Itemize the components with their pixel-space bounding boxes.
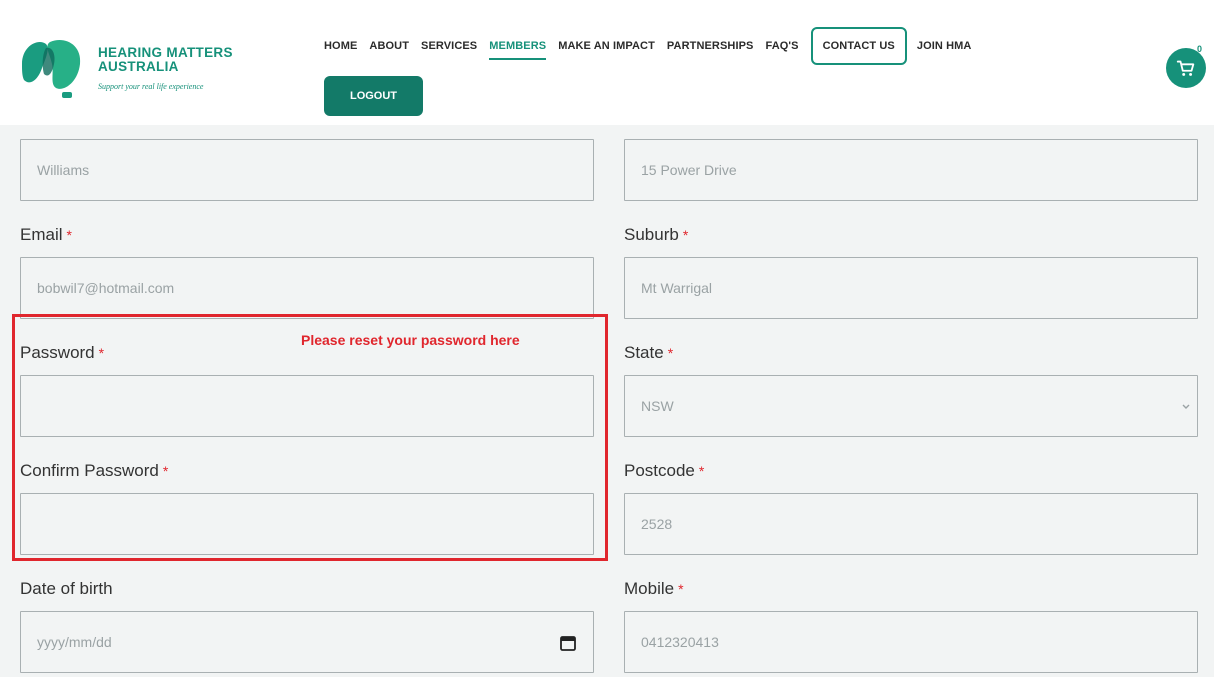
dob-field[interactable]: yyyy/mm/dd [20,611,594,673]
password-highlight-box [12,314,608,561]
state-select[interactable]: NSW [624,375,1198,437]
suburb-label: Suburb * [624,225,688,245]
suburb-label-text: Suburb [624,225,679,244]
member-profile-form: Williams 15 Power Drive Email * Suburb * b… [0,125,1214,677]
last-name-value: Williams [37,162,90,178]
chevron-down-icon [1182,404,1190,409]
nav-make-an-impact[interactable]: MAKE AN IMPACT [558,26,655,66]
dob-placeholder: yyyy/mm/dd [37,634,112,650]
mobile-field[interactable]: 0412320413 [624,611,1198,673]
email-label-text: Email [20,225,63,244]
site-logo[interactable]: HEARING MATTERS AUSTRALIA Support your r… [16,30,286,102]
logo-mark-icon [22,40,81,98]
dob-label-text: Date of birth [20,579,113,598]
last-name-field[interactable]: Williams [20,139,594,201]
nav-services[interactable]: SERVICES [421,26,477,66]
nav-about[interactable]: ABOUT [369,26,409,66]
calendar-icon[interactable] [559,634,577,652]
postcode-label-text: Postcode [624,461,695,480]
logo-line-1: HEARING MATTERS [98,45,233,60]
address-field[interactable]: 15 Power Drive [624,139,1198,201]
required-mark: * [66,227,72,243]
state-value: NSW [641,398,674,414]
password-reset-note: Please reset your password here [301,332,520,348]
logo-tagline: Support your real life experience [98,82,204,91]
state-label-text: State [624,343,664,362]
state-label: State * [624,343,673,363]
suburb-field[interactable]: Mt Warrigal [624,257,1198,319]
required-mark: * [667,345,674,361]
postcode-label: Postcode * [624,461,704,481]
nav-home[interactable]: HOME [324,26,357,66]
address-value: 15 Power Drive [641,162,737,178]
main-nav: HOME ABOUT SERVICES MEMBERS MAKE AN IMPA… [324,26,983,66]
postcode-value: 2528 [641,516,673,532]
logo-line-2: AUSTRALIA [98,59,179,74]
logo-title: HEARING MATTERS AUSTRALIA [98,46,233,74]
email-field[interactable]: bobwil7@hotmail.com [20,257,594,319]
logout-button[interactable]: LOGOUT [324,76,423,116]
mobile-label: Mobile * [624,579,684,599]
suburb-value: Mt Warrigal [641,280,713,296]
nav-join-hma[interactable]: JOIN HMA [917,26,972,66]
site-header: HEARING MATTERS AUSTRALIA Support your r… [0,0,1214,125]
dob-label: Date of birth [20,579,113,599]
mobile-value: 0412320413 [641,634,719,650]
mobile-label-text: Mobile [624,579,675,598]
nav-faqs[interactable]: FAQ'S [766,26,799,66]
nav-contact-us-button[interactable]: CONTACT US [810,27,907,65]
required-mark: * [682,227,689,243]
nav-members[interactable]: MEMBERS [489,26,547,66]
required-mark: * [698,463,705,479]
required-mark: * [678,581,684,597]
email-value: bobwil7@hotmail.com [37,280,175,296]
postcode-field[interactable]: 2528 [624,493,1198,555]
nav-partnerships[interactable]: PARTNERSHIPS [667,26,754,66]
cart-button[interactable] [1166,48,1206,88]
cart-count-badge: 0 [1197,44,1203,54]
email-label: Email * [20,225,72,245]
cart-icon [1176,60,1195,76]
